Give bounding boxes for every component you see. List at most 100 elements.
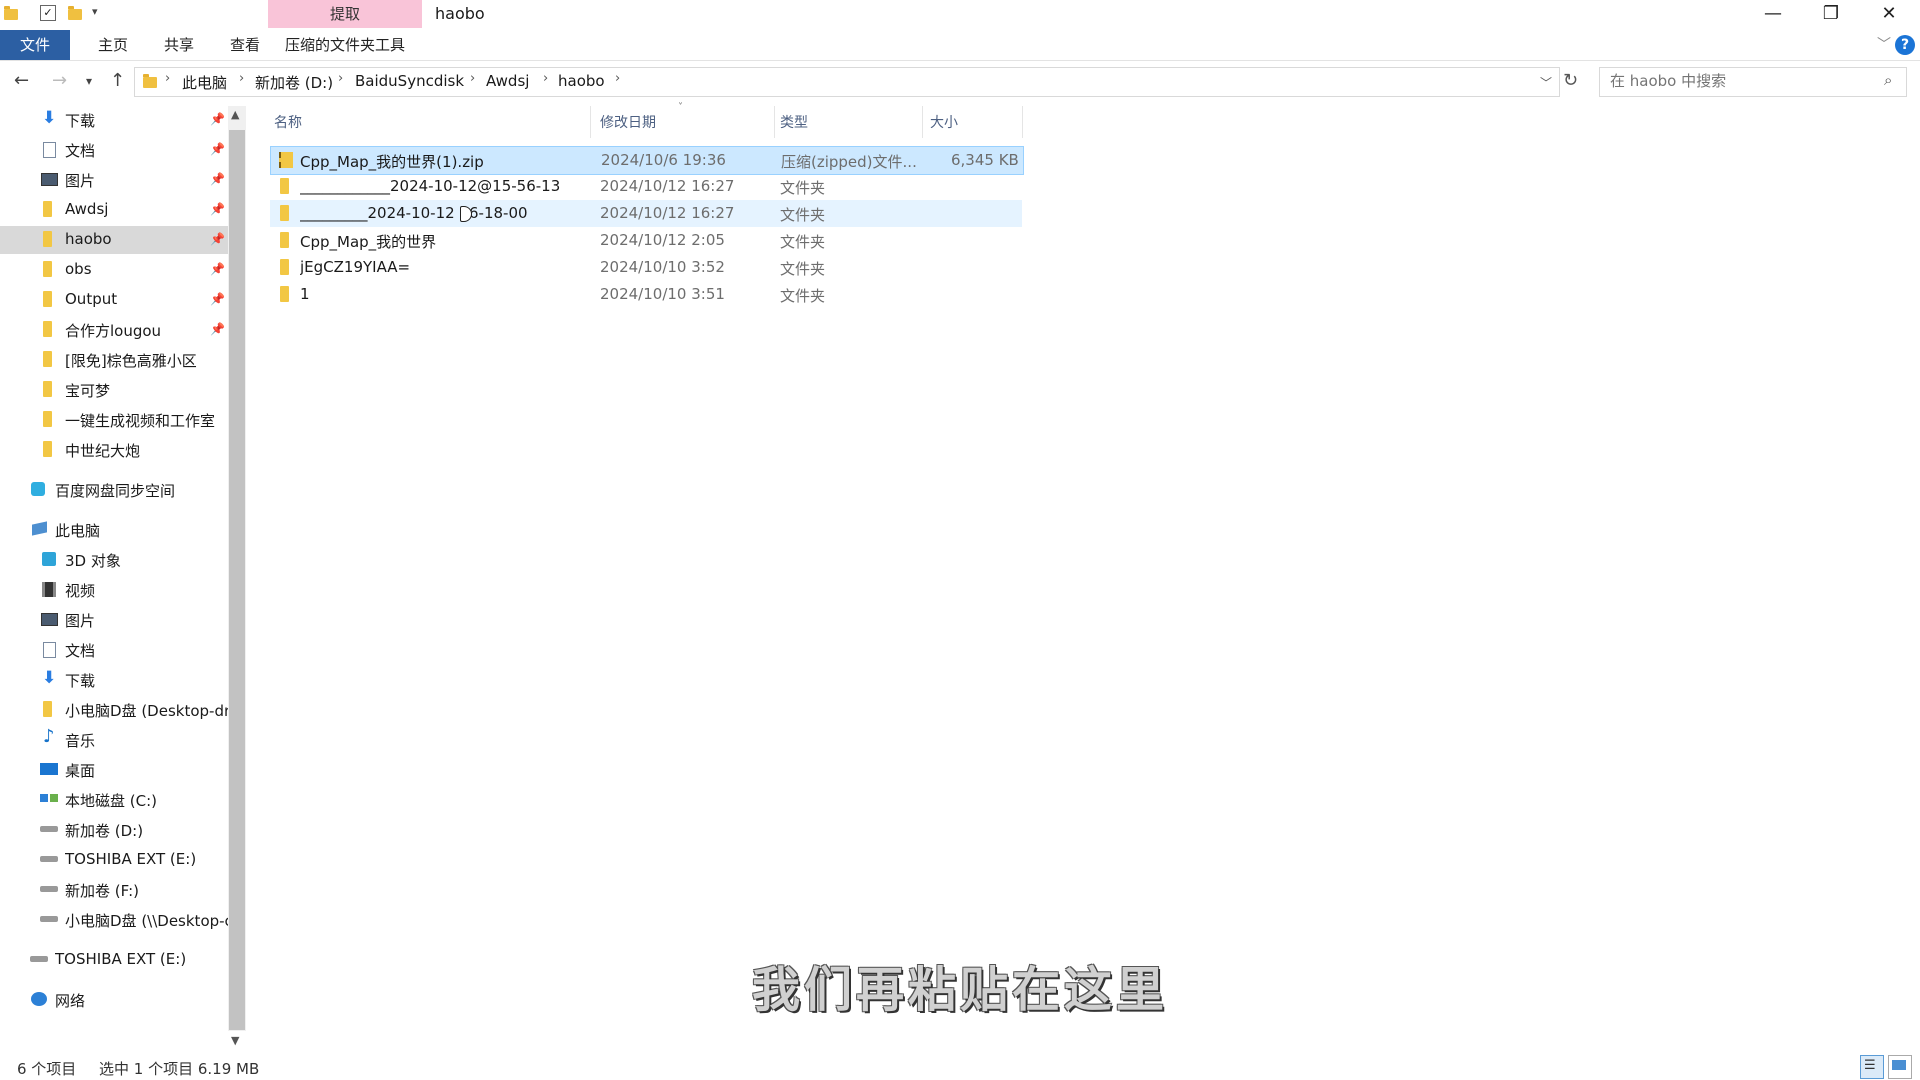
up-icon[interactable]: ↑ xyxy=(110,70,125,91)
sidebar-item-3d-objects[interactable]: 3D 对象 xyxy=(0,546,228,574)
sidebar-item-network-folder[interactable]: 小电脑D盘 (Desktop-dr xyxy=(0,696,228,724)
sidebar-item-documents[interactable]: 文档 📌 xyxy=(0,136,228,164)
tab-compressed-folder-tools[interactable]: 压缩的文件夹工具 xyxy=(268,30,422,60)
video-subtitle: 我们再粘贴在这里 xyxy=(751,962,1168,1018)
sidebar-item-haobo[interactable]: haobo 📌 xyxy=(0,226,228,254)
sidebar-scrollbar-thumb[interactable] xyxy=(229,130,245,1030)
file-row[interactable]: Cpp_Map_我的世界 2024/10/12 2:05 文件夹 xyxy=(270,227,1022,254)
file-row[interactable]: Cpp_Map_我的世界(1).zip 2024/10/6 19:36 压缩(z… xyxy=(270,146,1024,175)
recent-locations-icon[interactable]: ▾ xyxy=(86,74,92,88)
sidebar-item-this-pc[interactable]: 此电脑 xyxy=(0,516,228,544)
details-view-icon: ☰ xyxy=(1864,1058,1876,1073)
pin-icon[interactable]: 📌 xyxy=(210,262,225,276)
file-type: 文件夹 xyxy=(780,179,826,197)
column-header-date[interactable]: 修改日期 xyxy=(600,112,656,132)
sidebar-item-pictures[interactable]: 图片 xyxy=(0,606,228,634)
address-bar[interactable]: › 此电脑 › 新加卷 (D:) › BaiduSyncdisk › Awdsj… xyxy=(134,67,1560,97)
pin-icon[interactable]: 📌 xyxy=(210,322,225,336)
sidebar-item-videos[interactable]: 视频 xyxy=(0,576,228,604)
refresh-icon[interactable]: ↻ xyxy=(1563,70,1578,91)
sidebar-item-folder[interactable]: 一键生成视频和工作室 xyxy=(0,406,228,434)
close-button[interactable]: ✕ xyxy=(1860,0,1918,30)
details-view-button[interactable]: ☰ xyxy=(1860,1055,1884,1079)
context-tab-group-extract[interactable]: 提取 xyxy=(268,0,422,28)
ribbon-expand-icon[interactable]: ﹀ xyxy=(1877,34,1891,54)
3d-objects-icon xyxy=(42,552,56,566)
sidebar-item-drive-f[interactable]: 新加卷 (F:) xyxy=(0,876,228,904)
column-header-name[interactable]: 名称 xyxy=(274,112,302,132)
new-folder-icon[interactable] xyxy=(68,6,82,20)
pin-icon[interactable]: 📌 xyxy=(210,232,225,246)
sidebar-item-output[interactable]: Output 📌 xyxy=(0,286,228,314)
breadcrumb-baidusyncdisk[interactable]: BaiduSyncdisk xyxy=(355,72,464,90)
sidebar-item-folder[interactable]: 中世纪大炮 xyxy=(0,436,228,464)
chevron-right-icon[interactable]: › xyxy=(239,71,244,86)
pin-icon[interactable]: 📌 xyxy=(210,112,225,126)
folder-icon xyxy=(43,261,52,277)
address-dropdown-icon[interactable]: ﹀ xyxy=(1540,74,1552,91)
folder-icon xyxy=(43,381,52,397)
pin-icon[interactable]: 📌 xyxy=(210,172,225,186)
folder-icon xyxy=(43,291,52,307)
sidebar-item-music[interactable]: ♪ 音乐 xyxy=(0,726,228,754)
properties-check-icon[interactable]: ✓ xyxy=(40,5,56,21)
large-icons-view-icon xyxy=(1892,1060,1906,1070)
chevron-right-icon[interactable]: › xyxy=(470,71,475,86)
sidebar-item-folder[interactable]: 宝可梦 xyxy=(0,376,228,404)
sidebar-item-downloads[interactable]: ⬇ 下载 📌 xyxy=(0,106,228,134)
tab-file[interactable]: 文件 xyxy=(0,30,70,60)
column-header-size[interactable]: 大小 xyxy=(930,112,958,132)
sidebar-item-pictures[interactable]: 图片 📌 xyxy=(0,166,228,194)
minimize-button[interactable]: — xyxy=(1744,0,1802,30)
sidebar-item-drive-c[interactable]: 本地磁盘 (C:) xyxy=(0,786,228,814)
breadcrumb-drive-d[interactable]: 新加卷 (D:) xyxy=(255,72,333,93)
file-type: 文件夹 xyxy=(780,260,826,278)
tab-home[interactable]: 主页 xyxy=(80,30,146,60)
video-icon xyxy=(42,582,56,597)
back-icon[interactable]: ← xyxy=(14,70,29,91)
search-icon[interactable]: ⌕ xyxy=(1884,71,1892,89)
tab-share[interactable]: 共享 xyxy=(146,30,212,60)
sidebar-item-awdsj[interactable]: Awdsj 📌 xyxy=(0,196,228,224)
sidebar-item-lougou[interactable]: 合作方lougou 📌 xyxy=(0,316,228,344)
breadcrumb-haobo[interactable]: haobo xyxy=(558,72,605,90)
sidebar-item-desktop[interactable]: 桌面 xyxy=(0,756,228,784)
sidebar-item-drive-d[interactable]: 新加卷 (D:) xyxy=(0,816,228,844)
scroll-up-icon[interactable]: ▲ xyxy=(231,108,239,121)
chevron-right-icon[interactable]: › xyxy=(543,71,548,86)
chevron-right-icon[interactable]: › xyxy=(165,71,170,86)
file-row[interactable]: ____________2024-10-12@15-56-13 2024/10/… xyxy=(270,173,1022,200)
large-icons-view-button[interactable] xyxy=(1888,1055,1912,1079)
pin-icon[interactable]: 📌 xyxy=(210,202,225,216)
chevron-right-icon[interactable]: › xyxy=(338,71,343,86)
file-row[interactable]: jEgCZ19YIAA= 2024/10/10 3:52 文件夹 xyxy=(270,254,1022,281)
folder-icon xyxy=(280,178,289,194)
column-header-type[interactable]: 类型 xyxy=(780,112,808,132)
maximize-button[interactable]: ❐ xyxy=(1802,0,1860,30)
pin-icon[interactable]: 📌 xyxy=(210,142,225,156)
file-row[interactable]: 1 2024/10/10 3:51 文件夹 xyxy=(270,281,1022,308)
scroll-down-icon[interactable]: ▼ xyxy=(231,1034,239,1047)
breadcrumb-awdsj[interactable]: Awdsj xyxy=(486,72,529,90)
sidebar-item-folder[interactable]: [限免]棕色高雅小区 xyxy=(0,346,228,374)
search-input[interactable] xyxy=(1608,71,1872,91)
sidebar-item-baidu-sync[interactable]: 百度网盘同步空间 xyxy=(0,476,228,504)
search-box[interactable]: ⌕ xyxy=(1599,67,1907,97)
help-button[interactable]: ? xyxy=(1895,35,1915,55)
customize-quick-access-icon[interactable]: ▾ xyxy=(92,5,98,18)
sidebar-item-downloads[interactable]: ⬇ 下载 xyxy=(0,666,228,694)
file-date: 2024/10/12 16:27 xyxy=(600,177,735,195)
sidebar-item-obs[interactable]: obs 📌 xyxy=(0,256,228,284)
sidebar-item-network-drive[interactable]: 小电脑D盘 (\\Desktop-c xyxy=(0,906,228,934)
pin-icon[interactable]: 📌 xyxy=(210,292,225,306)
chevron-right-icon[interactable]: › xyxy=(615,71,620,86)
folder-icon xyxy=(143,74,157,88)
status-item-count: 6 个项目 xyxy=(17,1060,77,1078)
sidebar-item-documents[interactable]: 文档 xyxy=(0,636,228,664)
file-row[interactable]: _________2024-10-12 16-18-00 2024/10/12 … xyxy=(270,200,1022,227)
navigation-pane: ⬇ 下载 📌 文档 📌 图片 📌 Awdsj 📌 haobo 📌 obs 📌 O… xyxy=(0,106,228,1031)
forward-icon[interactable]: → xyxy=(52,70,67,91)
sidebar-item-drive-e[interactable]: TOSHIBA EXT (E:) xyxy=(0,846,228,874)
status-selection: 选中 1 个项目 6.19 MB xyxy=(99,1060,260,1078)
breadcrumb-this-pc[interactable]: 此电脑 xyxy=(182,72,227,93)
